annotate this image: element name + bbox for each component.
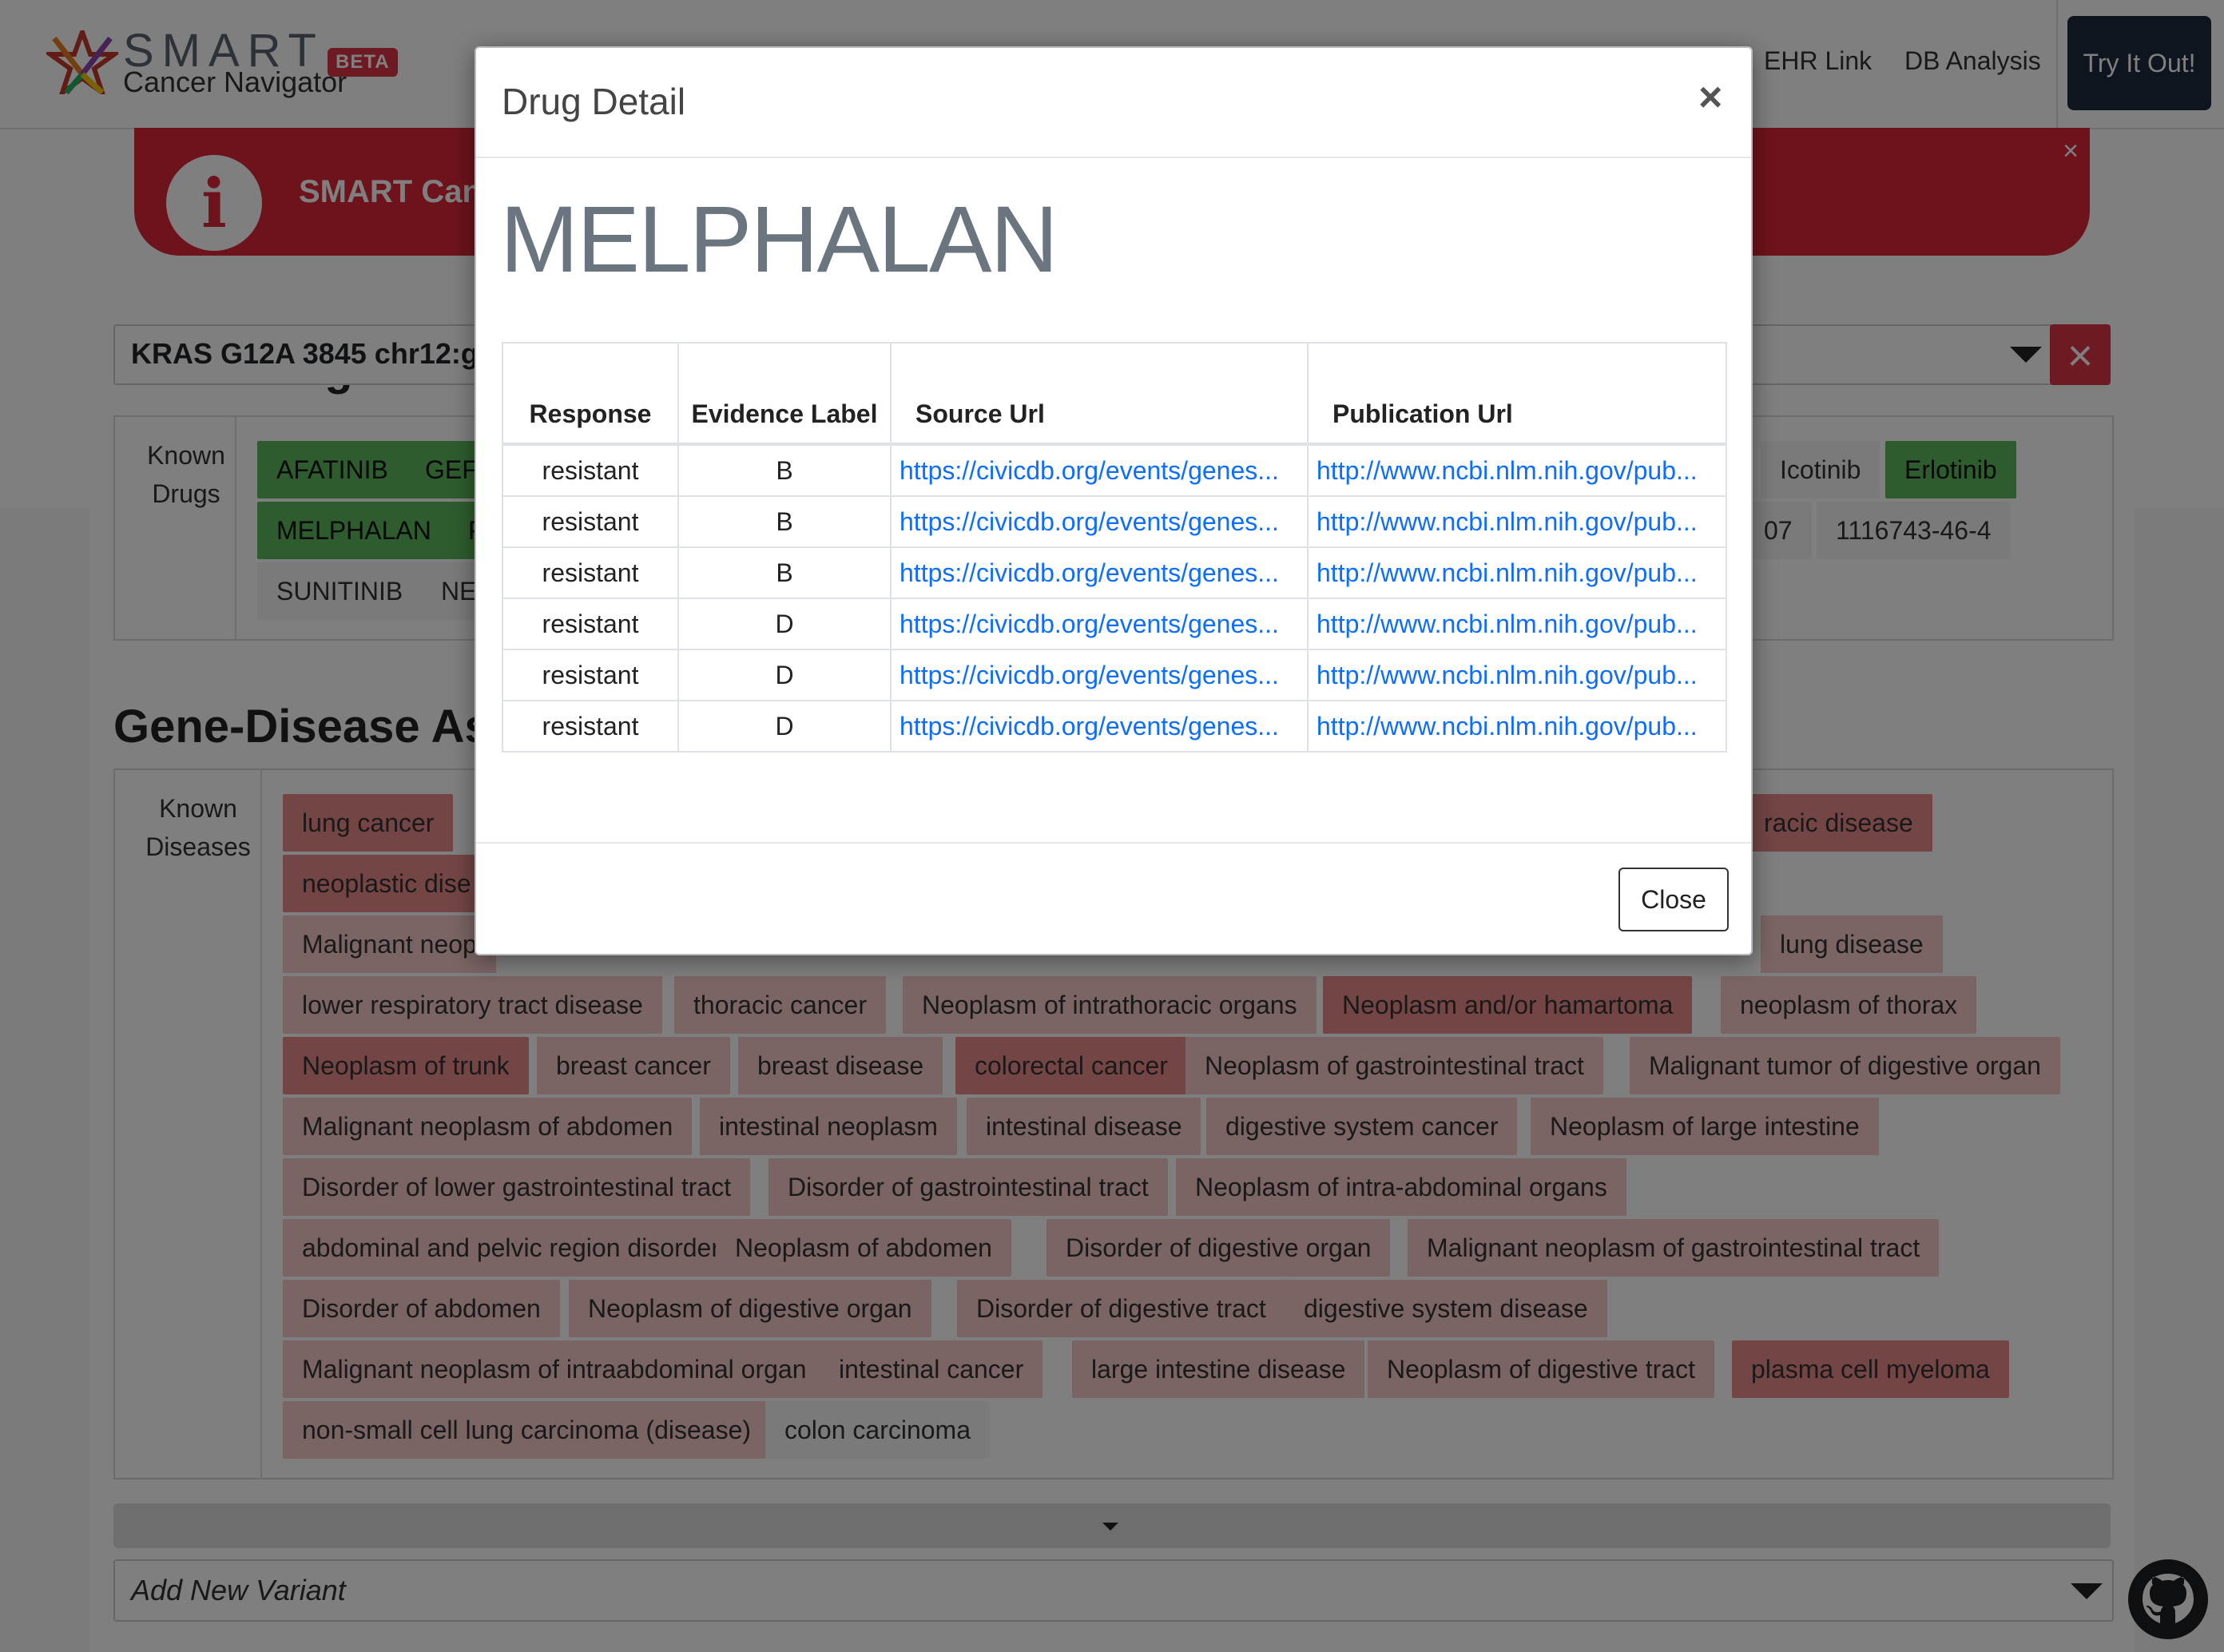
table-row: resistant D https://civicdb.org/events/g…: [502, 649, 1727, 701]
publication-url-link[interactable]: http://www.ncbi.nlm.nih.gov/pub...: [1307, 495, 1727, 548]
drug-detail-modal: Drug Detail × MELPHALAN Response Evidenc…: [475, 46, 1753, 955]
source-url-link[interactable]: https://civicdb.org/events/genes...: [890, 649, 1309, 701]
column-header-response: Response: [502, 342, 679, 446]
table-row: resistant D https://civicdb.org/events/g…: [502, 700, 1727, 753]
modal-title: Drug Detail: [502, 81, 686, 122]
response-cell: resistant: [502, 598, 679, 650]
response-cell: resistant: [502, 700, 679, 753]
source-url-link[interactable]: https://civicdb.org/events/genes...: [890, 546, 1309, 599]
publication-url-link[interactable]: http://www.ncbi.nlm.nih.gov/pub...: [1307, 700, 1727, 753]
modal-header-divider: [476, 157, 1751, 158]
evidence-cell: D: [677, 700, 892, 753]
source-url-link[interactable]: https://civicdb.org/events/genes...: [890, 495, 1309, 548]
publication-url-link[interactable]: http://www.ncbi.nlm.nih.gov/pub...: [1307, 649, 1727, 701]
response-cell: resistant: [502, 649, 679, 701]
close-button[interactable]: Close: [1618, 868, 1729, 931]
response-cell: resistant: [502, 495, 679, 548]
modal-footer-divider: [476, 842, 1751, 844]
publication-url-link[interactable]: http://www.ncbi.nlm.nih.gov/pub...: [1307, 443, 1727, 497]
evidence-cell: B: [677, 546, 892, 599]
drug-name-heading: MELPHALAN: [500, 187, 1058, 292]
table-row: resistant D https://civicdb.org/events/g…: [502, 598, 1727, 650]
table-header-row: Response Evidence Label Source Url Publi…: [502, 342, 1727, 446]
table-row: resistant B https://civicdb.org/events/g…: [502, 443, 1727, 497]
publication-url-link[interactable]: http://www.ncbi.nlm.nih.gov/pub...: [1307, 598, 1727, 650]
evidence-cell: B: [677, 443, 892, 497]
table-row: resistant B https://civicdb.org/events/g…: [502, 546, 1727, 599]
column-header-evidence: Evidence Label: [677, 342, 892, 446]
response-cell: resistant: [502, 443, 679, 497]
source-url-link[interactable]: https://civicdb.org/events/genes...: [890, 443, 1309, 497]
evidence-cell: B: [677, 495, 892, 548]
source-url-link[interactable]: https://civicdb.org/events/genes...: [890, 598, 1309, 650]
column-header-publication: Publication Url: [1307, 342, 1727, 446]
evidence-cell: D: [677, 598, 892, 650]
close-icon[interactable]: ×: [1698, 73, 1722, 121]
response-cell: resistant: [502, 546, 679, 599]
column-header-source: Source Url: [890, 342, 1309, 446]
evidence-cell: D: [677, 649, 892, 701]
table-row: resistant B https://civicdb.org/events/g…: [502, 495, 1727, 548]
drug-evidence-table: Response Evidence Label Source Url Publi…: [502, 342, 1727, 753]
source-url-link[interactable]: https://civicdb.org/events/genes...: [890, 700, 1309, 753]
publication-url-link[interactable]: http://www.ncbi.nlm.nih.gov/pub...: [1307, 546, 1727, 599]
